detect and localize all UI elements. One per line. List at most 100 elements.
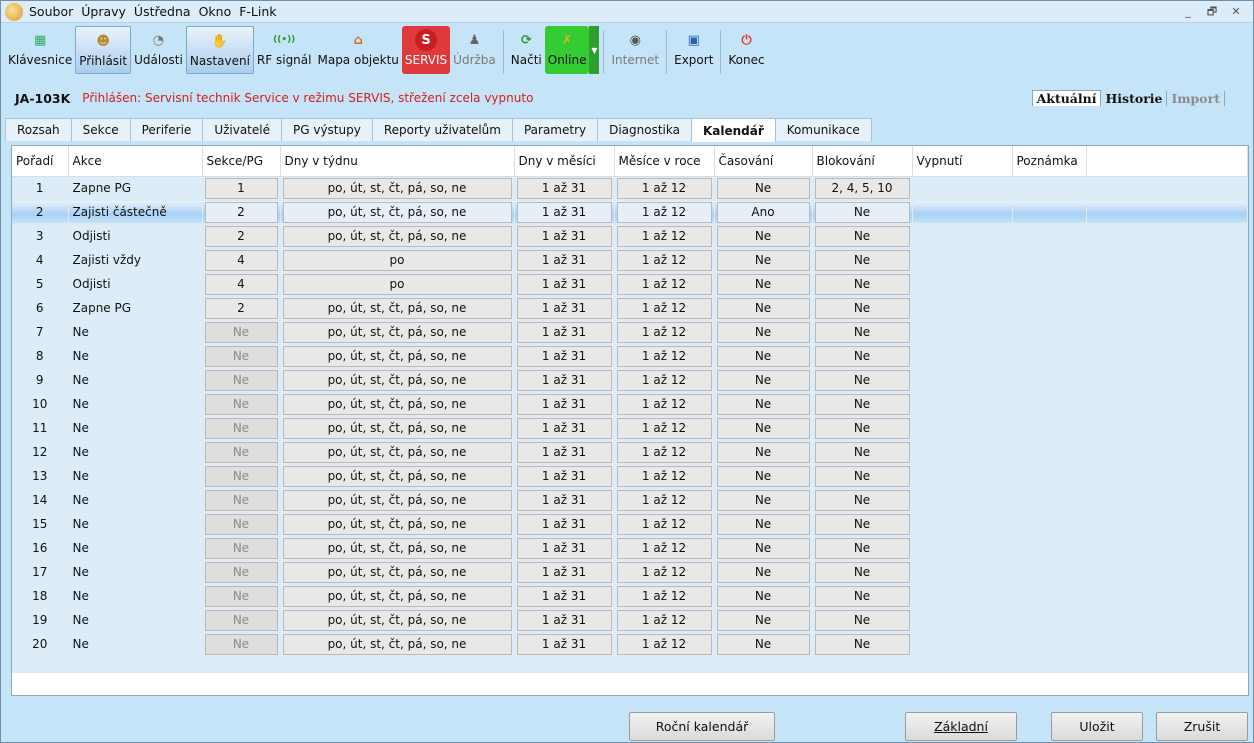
sekce-cell[interactable]: Ne bbox=[202, 440, 281, 465]
table-row[interactable]: 8 Ne Ne po, út, st, čt, pá, so, ne 1 až 31 1 … bbox=[12, 344, 1248, 369]
cas-cell[interactable]: Ano bbox=[714, 200, 813, 225]
roky-cell[interactable]: 1 až 12 bbox=[614, 560, 715, 585]
toolbar-konec-button[interactable]: ⏻ Konec bbox=[725, 26, 767, 74]
menu-ustredna[interactable]: Ústředna bbox=[130, 4, 195, 19]
roky-cell[interactable]: 1 až 12 bbox=[614, 464, 715, 489]
col-header-mesice-roce[interactable]: Měsíce v roce bbox=[614, 146, 715, 177]
action-cell[interactable]: Zapne PG bbox=[68, 296, 203, 321]
action-cell[interactable]: Ne bbox=[68, 608, 203, 633]
tab-4[interactable]: PG výstupy bbox=[281, 118, 373, 141]
dny-cell[interactable]: po bbox=[280, 272, 515, 297]
toolbar-export-button[interactable]: ▣ Export bbox=[671, 26, 716, 74]
table-row[interactable]: 19 Ne Ne po, út, st, čt, pá, so, ne 1 až 31 1… bbox=[12, 608, 1248, 633]
blok-cell[interactable]: Ne bbox=[812, 320, 913, 345]
blok-cell[interactable]: 2, 4, 5, 10 bbox=[812, 176, 913, 201]
action-cell[interactable]: Ne bbox=[68, 464, 203, 489]
col-header-sekce[interactable]: Sekce/PG bbox=[202, 146, 281, 177]
poznamka-cell[interactable] bbox=[1012, 440, 1087, 465]
poznamka-cell[interactable] bbox=[1012, 200, 1087, 225]
roky-cell[interactable]: 1 až 12 bbox=[614, 536, 715, 561]
table-row[interactable]: 16 Ne Ne po, út, st, čt, pá, so, ne 1 až 31 1… bbox=[12, 536, 1248, 561]
table-row[interactable]: 11 Ne Ne po, út, st, čt, pá, so, ne 1 až 31 1… bbox=[12, 416, 1248, 441]
action-cell[interactable]: Zajisti vždy bbox=[68, 248, 203, 273]
table-row[interactable]: 20 Ne Ne po, út, st, čt, pá, so, ne 1 až 31 1… bbox=[12, 632, 1248, 657]
mode-tab-historie[interactable]: Historie bbox=[1101, 90, 1168, 106]
blok-cell[interactable]: Ne bbox=[812, 632, 913, 657]
sekce-cell[interactable]: Ne bbox=[202, 560, 281, 585]
toolbar-přihlásit-button[interactable]: ☻ Přihlásit bbox=[75, 26, 132, 74]
poznamka-cell[interactable] bbox=[1012, 488, 1087, 513]
cas-cell[interactable]: Ne bbox=[714, 224, 813, 249]
blok-cell[interactable]: Ne bbox=[812, 608, 913, 633]
action-cell[interactable]: Ne bbox=[68, 344, 203, 369]
tab-9[interactable]: Komunikace bbox=[774, 118, 872, 141]
vypnuti-cell[interactable] bbox=[912, 632, 1013, 657]
col-header-vypnuti[interactable]: Vypnutí bbox=[912, 146, 1013, 177]
restore-icon[interactable]: 🗗 bbox=[1201, 3, 1223, 21]
toolbar-údržba-button[interactable]: ♟ Údržba bbox=[450, 26, 499, 74]
roky-cell[interactable]: 1 až 12 bbox=[614, 224, 715, 249]
table-row[interactable]: 15 Ne Ne po, út, st, čt, pá, so, ne 1 až 31 1… bbox=[12, 512, 1248, 537]
mesic-cell[interactable]: 1 až 31 bbox=[514, 392, 615, 417]
sekce-cell[interactable]: 1 bbox=[202, 176, 281, 201]
poznamka-cell[interactable] bbox=[1012, 632, 1087, 657]
cas-cell[interactable]: Ne bbox=[714, 320, 813, 345]
blok-cell[interactable]: Ne bbox=[812, 560, 913, 585]
vypnuti-cell[interactable] bbox=[912, 608, 1013, 633]
roky-cell[interactable]: 1 až 12 bbox=[614, 320, 715, 345]
vypnuti-cell[interactable] bbox=[912, 200, 1013, 225]
col-header-poznamka[interactable]: Poznámka bbox=[1012, 146, 1087, 177]
mesic-cell[interactable]: 1 až 31 bbox=[514, 272, 615, 297]
action-cell[interactable]: Ne bbox=[68, 392, 203, 417]
online-dropdown-icon[interactable]: ▼ bbox=[589, 26, 600, 74]
mesic-cell[interactable]: 1 až 31 bbox=[514, 464, 615, 489]
action-cell[interactable]: Zapne PG bbox=[68, 176, 203, 201]
tab-5[interactable]: Reporty uživatelům bbox=[371, 118, 513, 141]
dny-cell[interactable]: po, út, st, čt, pá, so, ne bbox=[280, 488, 515, 513]
cas-cell[interactable]: Ne bbox=[714, 536, 813, 561]
vypnuti-cell[interactable] bbox=[912, 272, 1013, 297]
sekce-cell[interactable]: 4 bbox=[202, 272, 281, 297]
toolbar-mapa-objektu-button[interactable]: ⌂ Mapa objektu bbox=[314, 26, 401, 74]
cas-cell[interactable]: Ne bbox=[714, 608, 813, 633]
cas-cell[interactable]: Ne bbox=[714, 464, 813, 489]
tab-7[interactable]: Diagnostika bbox=[597, 118, 692, 141]
dny-cell[interactable]: po, út, st, čt, pá, so, ne bbox=[280, 440, 515, 465]
sekce-cell[interactable]: Ne bbox=[202, 464, 281, 489]
roky-cell[interactable]: 1 až 12 bbox=[614, 584, 715, 609]
action-cell[interactable]: Ne bbox=[68, 488, 203, 513]
sekce-cell[interactable]: 4 bbox=[202, 248, 281, 273]
vypnuti-cell[interactable] bbox=[912, 176, 1013, 201]
vypnuti-cell[interactable] bbox=[912, 392, 1013, 417]
sekce-cell[interactable]: Ne bbox=[202, 632, 281, 657]
mesic-cell[interactable]: 1 až 31 bbox=[514, 176, 615, 201]
sekce-cell[interactable]: 2 bbox=[202, 296, 281, 321]
vypnuti-cell[interactable] bbox=[912, 584, 1013, 609]
sekce-cell[interactable]: Ne bbox=[202, 512, 281, 537]
blok-cell[interactable]: Ne bbox=[812, 512, 913, 537]
vypnuti-cell[interactable] bbox=[912, 344, 1013, 369]
vypnuti-cell[interactable] bbox=[912, 320, 1013, 345]
action-cell[interactable]: Ne bbox=[68, 416, 203, 441]
poznamka-cell[interactable] bbox=[1012, 584, 1087, 609]
toolbar-načti-button[interactable]: ⟳ Načti bbox=[508, 26, 545, 74]
tab-2[interactable]: Periferie bbox=[129, 118, 204, 141]
action-cell[interactable]: Ne bbox=[68, 320, 203, 345]
poznamka-cell[interactable] bbox=[1012, 464, 1087, 489]
vypnuti-cell[interactable] bbox=[912, 224, 1013, 249]
col-header-dny-tydnu[interactable]: Dny v týdnu bbox=[280, 146, 515, 177]
mesic-cell[interactable]: 1 až 31 bbox=[514, 488, 615, 513]
cas-cell[interactable]: Ne bbox=[714, 584, 813, 609]
cas-cell[interactable]: Ne bbox=[714, 416, 813, 441]
blok-cell[interactable]: Ne bbox=[812, 584, 913, 609]
cas-cell[interactable]: Ne bbox=[714, 632, 813, 657]
close-icon[interactable]: ✕ bbox=[1225, 3, 1247, 21]
table-row[interactable]: 4 Zajisti vždy 4 po 1 až 31 1 až 12 Ne Ne bbox=[12, 248, 1248, 273]
dny-cell[interactable]: po, út, st, čt, pá, so, ne bbox=[280, 464, 515, 489]
blok-cell[interactable]: Ne bbox=[812, 296, 913, 321]
roky-cell[interactable]: 1 až 12 bbox=[614, 368, 715, 393]
sekce-cell[interactable]: Ne bbox=[202, 488, 281, 513]
roky-cell[interactable]: 1 až 12 bbox=[614, 272, 715, 297]
blok-cell[interactable]: Ne bbox=[812, 368, 913, 393]
action-cell[interactable]: Ne bbox=[68, 512, 203, 537]
